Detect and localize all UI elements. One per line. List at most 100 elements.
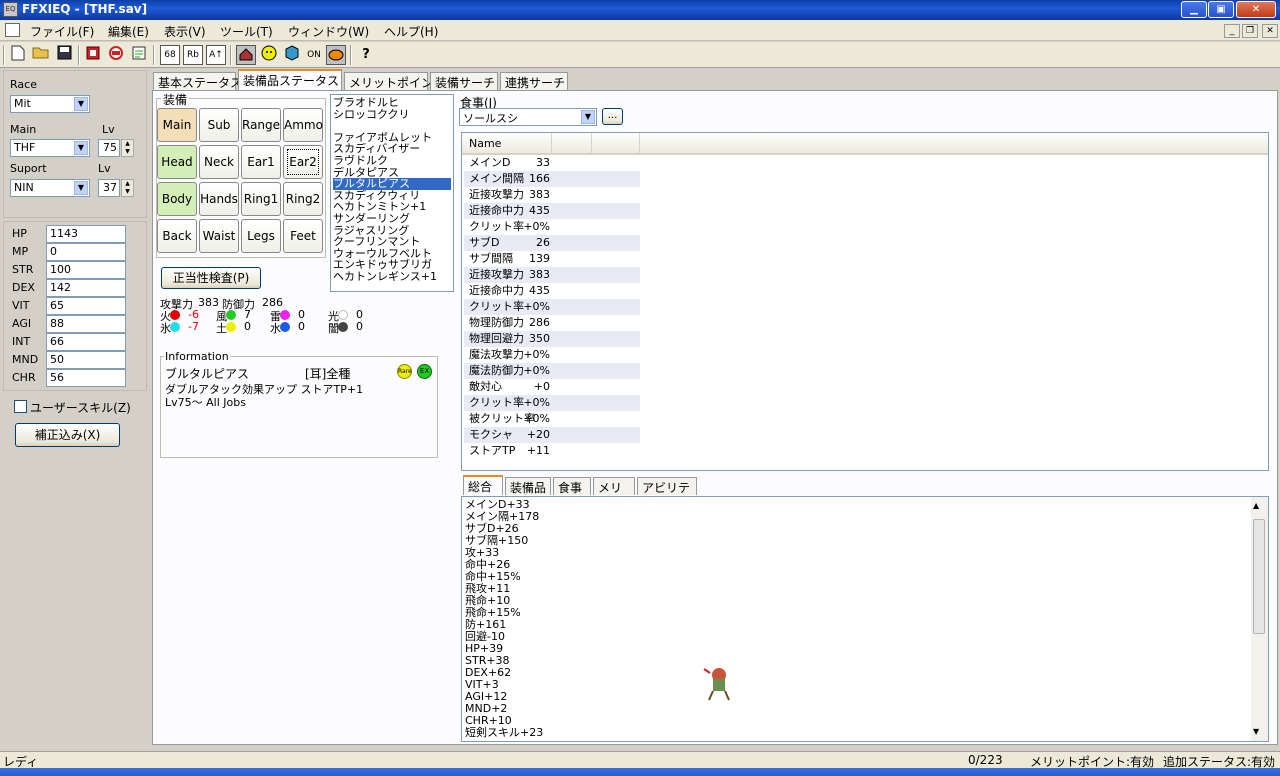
stat-value[interactable]: 65: [46, 297, 126, 315]
level-68-icon[interactable]: 68: [160, 45, 180, 65]
list-item[interactable]: ストアTP +11: [464, 443, 640, 459]
menu-help[interactable]: ヘルプ(H): [384, 23, 438, 40]
correct-button[interactable]: 補正込み(X): [15, 423, 120, 447]
list-item[interactable]: デルタピアス: [333, 167, 451, 179]
food-icon[interactable]: [326, 45, 346, 65]
tab-merit-points[interactable]: メリットポイント: [344, 72, 445, 90]
document-icon[interactable]: [5, 23, 20, 37]
slot-range-button[interactable]: Range: [241, 108, 281, 142]
column-header-extra[interactable]: [592, 133, 640, 155]
mdi-minimize-button[interactable]: _: [1224, 24, 1240, 38]
mdi-restore-button[interactable]: ❐: [1242, 24, 1258, 38]
stat-value[interactable]: 100: [46, 261, 126, 279]
maximize-button[interactable]: ▣: [1208, 1, 1234, 18]
list-item[interactable]: サブ間隔 139: [464, 251, 640, 267]
list-item[interactable]: クリット率 +0%: [464, 395, 640, 411]
race-select[interactable]: Mit ▼: [10, 95, 90, 113]
help-icon[interactable]: ?: [356, 45, 376, 65]
menu-view[interactable]: 表示(V): [164, 23, 206, 40]
list-item[interactable]: 近接攻撃力 383: [464, 267, 640, 283]
list-item[interactable]: 近接攻撃力 383: [464, 187, 640, 203]
list-item[interactable]: サンダーリング: [333, 213, 451, 225]
support-job-select[interactable]: NIN ▼: [10, 179, 90, 197]
relation-icon[interactable]: Rb: [183, 45, 203, 65]
list-item[interactable]: 近接命中力 435: [464, 203, 640, 219]
face-icon[interactable]: [259, 45, 279, 65]
list-item[interactable]: モクシャ +20: [464, 427, 640, 443]
list-item[interactable]: クリット率 +0%: [464, 299, 640, 315]
menu-file[interactable]: ファイル(F): [30, 23, 94, 40]
list-item[interactable]: ファイアボムレット: [333, 132, 451, 144]
title-bar[interactable]: EQ FFXIEQ - [THF.sav] ▁ ▣ ✕: [0, 0, 1280, 20]
list-item[interactable]: 近接命中力 435: [464, 283, 640, 299]
support-lv-input[interactable]: 37: [98, 179, 120, 197]
list-item[interactable]: ブルタルピアス: [333, 178, 451, 191]
main-lv-input[interactable]: 75: [98, 139, 120, 157]
stat-value[interactable]: 1143: [46, 225, 126, 243]
equip-set-icon[interactable]: [83, 45, 103, 65]
bottom-tab-food[interactable]: 食事: [553, 477, 591, 495]
close-button[interactable]: ✕: [1236, 1, 1276, 18]
house-icon[interactable]: [236, 45, 256, 65]
slot-body-button[interactable]: Body: [157, 182, 197, 216]
mdi-close-button[interactable]: ✕: [1262, 24, 1278, 38]
new-file-icon[interactable]: [8, 45, 28, 65]
equipped-items-list[interactable]: ブラオドルヒ シロッコククリ ファイアボムレット スカディバイザー ラヴドルク デルタピア…: [330, 94, 454, 292]
list-item[interactable]: 魔法攻撃力 +0%: [464, 347, 640, 363]
bottom-tab-abilities[interactable]: アビリティ: [637, 477, 697, 512]
stop-icon[interactable]: [106, 45, 126, 65]
stat-value[interactable]: 50: [46, 351, 126, 369]
list-item[interactable]: 物理防御力 286: [464, 315, 640, 331]
open-folder-icon[interactable]: [31, 45, 51, 65]
list-item[interactable]: サブD 26: [464, 235, 640, 251]
list-item[interactable]: メイン間隔 166: [464, 171, 640, 187]
tab-basic-status[interactable]: 基本ステータス: [153, 72, 242, 90]
main-job-select[interactable]: THF ▼: [10, 139, 90, 157]
slot-ring1-button[interactable]: Ring1: [241, 182, 281, 216]
validity-check-button[interactable]: 正当性検査(P): [161, 267, 261, 289]
vertical-scrollbar[interactable]: ▲ ▼: [1251, 497, 1268, 741]
list-item[interactable]: ブラオドルヒ: [333, 97, 451, 109]
slot-feet-button[interactable]: Feet: [283, 219, 323, 253]
bonus-text-box[interactable]: メインD+33 メイン隔+178 サブD+26 サブ隔+150 攻+33 命中+26 命中+…: [461, 496, 1269, 742]
list-item[interactable]: ラヴドルク: [333, 155, 451, 167]
on-toggle-icon[interactable]: ON: [304, 45, 324, 65]
list-item[interactable]: スカディバイザー: [333, 143, 451, 155]
list-item[interactable]: 物理回避力 350: [464, 331, 640, 347]
list-item[interactable]: 被クリット率 +0%: [464, 411, 640, 427]
user-skill-checkbox[interactable]: [14, 400, 27, 413]
list-item[interactable]: [333, 120, 451, 132]
slot-legs-button[interactable]: Legs: [241, 219, 281, 253]
stat-value[interactable]: 142: [46, 279, 126, 297]
menu-tools[interactable]: ツール(T): [220, 23, 273, 40]
report-icon[interactable]: [129, 45, 149, 65]
bottom-tab-total[interactable]: 総合: [463, 475, 503, 495]
bottom-tab-equipment[interactable]: 装備品: [505, 477, 551, 495]
slot-back-button[interactable]: Back: [157, 219, 197, 253]
tab-skillchain-search[interactable]: 連携サーチ: [500, 72, 568, 90]
scroll-thumb[interactable]: [1253, 519, 1265, 634]
stat-value[interactable]: 88: [46, 315, 126, 333]
slot-hands-button[interactable]: Hands: [199, 182, 239, 216]
list-item[interactable]: ヘカトンミトン+1: [333, 201, 451, 213]
list-item[interactable]: エンキドゥサブリガ: [333, 259, 451, 271]
list-item[interactable]: 魔法防御力 +0%: [464, 363, 640, 379]
food-select[interactable]: ソールスシ ▼: [459, 108, 597, 126]
list-item[interactable]: メインD 33: [464, 155, 640, 171]
main-lv-stepper[interactable]: ▲ ▼: [121, 139, 134, 157]
slot-sub-button[interactable]: Sub: [199, 108, 239, 142]
slot-main-button[interactable]: Main: [157, 108, 197, 142]
slot-waist-button[interactable]: Waist: [199, 219, 239, 253]
scroll-up-icon[interactable]: ▲: [1253, 501, 1259, 510]
tab-equipment-status[interactable]: 装備品ステータス: [238, 69, 342, 90]
save-icon[interactable]: [54, 45, 74, 65]
list-item[interactable]: ウォーウルフベルト: [333, 248, 451, 260]
list-item[interactable]: スカディクウィリ: [333, 190, 451, 202]
slot-ring2-button[interactable]: Ring2: [283, 182, 323, 216]
stat-value[interactable]: 56: [46, 369, 126, 387]
attack-up-icon[interactable]: A↑: [206, 45, 226, 65]
scroll-down-icon[interactable]: ▼: [1253, 727, 1259, 736]
list-item[interactable]: クーフリンマント: [333, 236, 451, 248]
menu-edit[interactable]: 編集(E): [108, 23, 149, 40]
slot-ammo-button[interactable]: Ammo: [283, 108, 323, 142]
